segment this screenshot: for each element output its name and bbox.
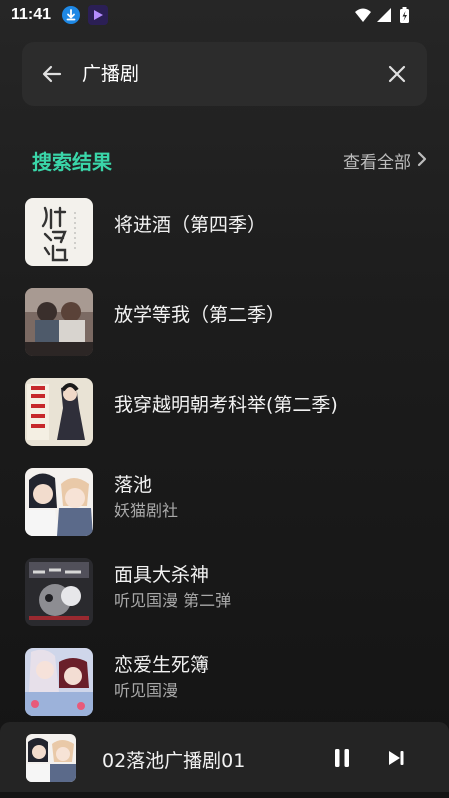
list-item[interactable]: 落池 妖猫剧社 — [0, 460, 449, 544]
cover-image — [25, 378, 93, 446]
result-title: 放学等我（第二季） — [114, 304, 286, 326]
wifi-icon — [355, 8, 371, 22]
pause-icon[interactable] — [332, 747, 352, 769]
result-subtitle: 听见国漫 — [114, 681, 179, 700]
list-item[interactable]: 我穿越明朝考科举(第二季) — [0, 370, 449, 454]
app-icon — [88, 5, 108, 25]
view-all-link[interactable]: 查看全部 — [343, 148, 411, 173]
section-title: 搜索结果 — [32, 150, 112, 174]
signal-icon — [377, 8, 391, 22]
player-title: 02落池广播剧01 — [102, 750, 246, 772]
status-time: 11:41 — [11, 6, 52, 23]
list-item[interactable]: 恋爱生死簿 听见国漫 — [0, 640, 449, 724]
chevron-right-icon[interactable] — [415, 150, 429, 168]
player-cover-image — [26, 734, 76, 782]
cover-image — [25, 648, 93, 716]
result-title: 我穿越明朝考科举(第二季) — [114, 394, 338, 416]
cover-image — [25, 198, 93, 266]
result-subtitle: 妖猫剧社 — [114, 501, 179, 520]
result-title: 落池 — [114, 474, 153, 496]
status-bar: 11:41 — [0, 0, 449, 32]
list-item[interactable]: 将进酒（第四季） — [0, 190, 449, 274]
status-icons — [355, 7, 409, 23]
list-item[interactable]: 放学等我（第二季） — [0, 280, 449, 364]
result-title: 将进酒（第四季） — [114, 214, 267, 236]
arrow-left-icon[interactable] — [40, 62, 64, 86]
cover-image — [25, 468, 93, 536]
skip-next-icon[interactable] — [386, 748, 406, 768]
cover-image — [25, 288, 93, 356]
result-title: 面具大杀神 — [114, 564, 210, 586]
list-item[interactable]: 面具大杀神 听见国漫 第二弹 — [0, 550, 449, 634]
result-title: 恋爱生死簿 — [114, 654, 210, 676]
search-input[interactable]: 广播剧 — [82, 62, 139, 86]
cover-image — [25, 558, 93, 626]
download-icon — [62, 6, 80, 24]
battery-charging-icon — [400, 7, 409, 23]
search-bar: 广播剧 — [22, 42, 427, 106]
close-icon[interactable] — [385, 62, 409, 86]
result-subtitle: 听见国漫 第二弹 — [114, 591, 232, 610]
mini-player[interactable]: 02落池广播剧01 — [0, 722, 449, 792]
